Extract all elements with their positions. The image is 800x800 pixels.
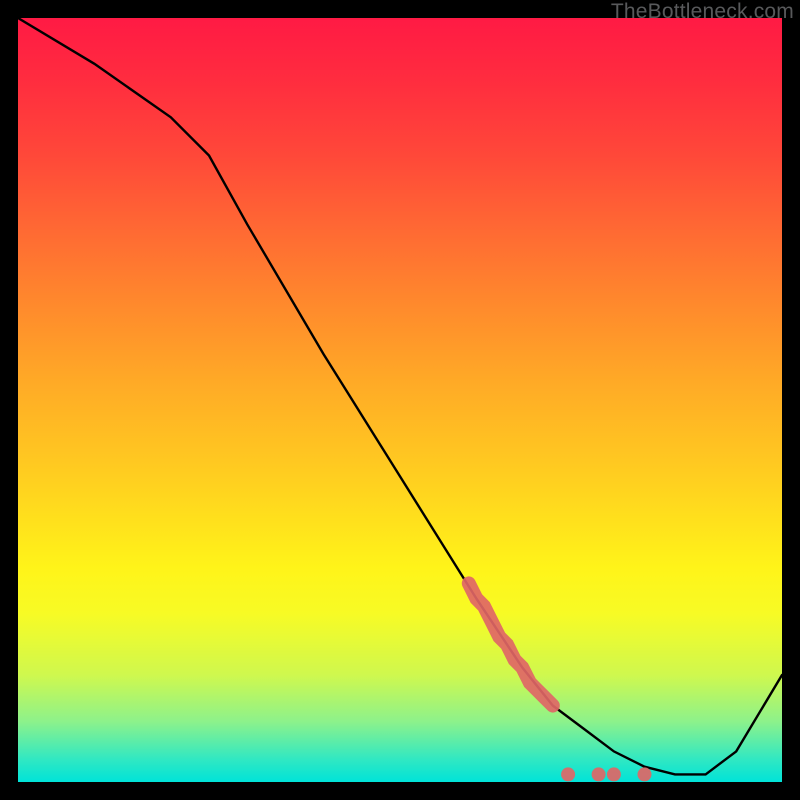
chart-frame: TheBottleneck.com	[0, 0, 800, 800]
highlight-dot	[561, 767, 575, 781]
attribution-label: TheBottleneck.com	[611, 0, 794, 24]
highlight-dot	[607, 767, 621, 781]
chart-svg	[18, 18, 782, 782]
highlight-dots	[561, 767, 651, 781]
highlight-dot	[638, 767, 652, 781]
chart-plot-area	[18, 18, 782, 782]
highlight-dot	[592, 767, 606, 781]
highlight-stroke	[469, 583, 553, 705]
curve-line	[18, 18, 782, 774]
highlight-thick-segment	[469, 583, 553, 705]
